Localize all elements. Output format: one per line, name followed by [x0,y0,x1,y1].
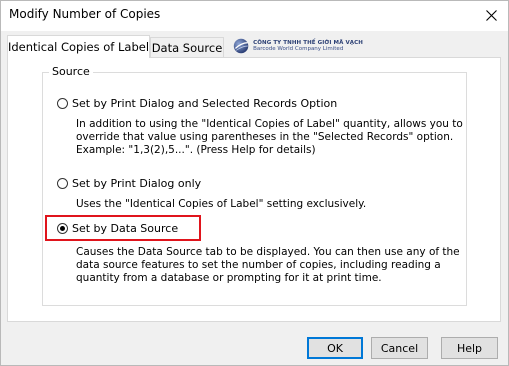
modify-copies-dialog: Modify Number of Copies Identical Copies… [0,0,509,366]
close-button[interactable] [474,1,508,29]
description-line: In addition to using the "Identical Copi… [76,118,463,130]
help-button[interactable]: Help [441,337,498,359]
tab-strip: Identical Copies of Label Data Source CÔ… [7,35,502,59]
cancel-button[interactable]: Cancel [371,337,428,359]
description-line: quantity from a database or prompting fo… [76,272,382,284]
tab-identical-copies[interactable]: Identical Copies of Label [7,35,150,58]
description-line: Example: "1,3(2),5...". (Press Help for … [76,144,316,156]
logo-company-subtitle: Barcode World Company Limited [253,46,344,52]
source-group-label: Source [49,65,93,78]
radio-button[interactable] [57,98,68,109]
radio-print-dialog-only[interactable]: Set by Print Dialog only [57,177,201,190]
source-groupbox: Source Set by Print Dialog and Selected … [42,65,467,306]
description-line: Uses the "Identical Copies of Label" set… [76,198,367,210]
close-icon [485,9,497,21]
tab-data-source[interactable]: Data Source [150,37,224,57]
tab-label: Data Source [151,40,223,55]
annotation-highlight-box [45,215,201,241]
description-line: data source features to set the number o… [76,259,441,271]
globe-logo-icon [233,38,249,54]
radio-label: Set by Print Dialog and Selected Records… [72,97,338,110]
tab-panel: Source Set by Print Dialog and Selected … [7,57,501,322]
description-line: override that value using parentheses in… [76,131,454,143]
option-description: Causes the Data Source tab to be display… [76,246,460,285]
radio-button[interactable] [57,178,68,189]
window-title: Modify Number of Copies [9,7,161,21]
description-line: Causes the Data Source tab to be display… [76,246,460,258]
ok-button[interactable]: OK [307,337,363,359]
radio-print-dialog-selected-records[interactable]: Set by Print Dialog and Selected Records… [57,97,337,110]
title-bar: Modify Number of Copies [1,1,508,31]
tab-label: Identical Copies of Label [7,40,150,54]
option-description: In addition to using the "Identical Copi… [76,118,463,157]
company-logo: CÔNG TY TNHH THẾ GIỚI MÃ VẠCH Barcode Wo… [233,35,363,57]
option-description: Uses the "Identical Copies of Label" set… [76,198,366,211]
radio-label: Set by Print Dialog only [72,177,202,190]
